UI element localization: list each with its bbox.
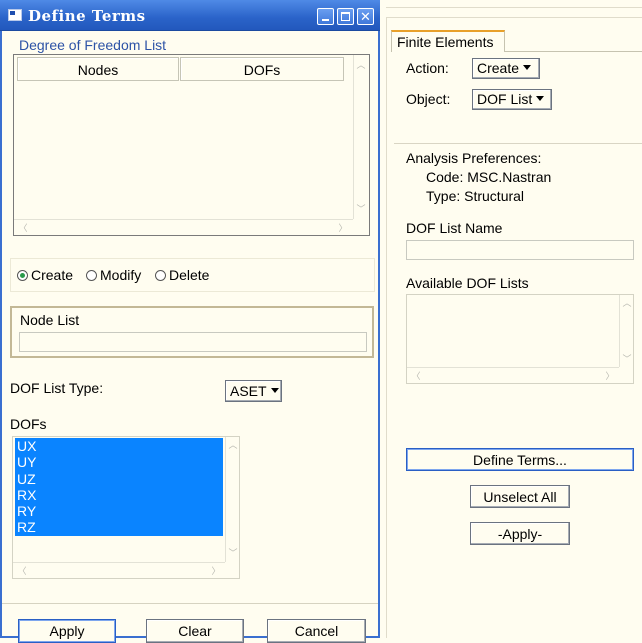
define-terms-window: Define Terms ✕ Degree of Freedom List No…	[0, 0, 380, 643]
dof-list-type-value: ASET	[230, 383, 267, 399]
column-header-nodes[interactable]: Nodes	[17, 57, 179, 81]
dofs-listbox[interactable]: UX UY UZ RX RY RZ ︿ ﹀ 〈 〉	[12, 436, 240, 579]
tab-underline	[505, 51, 642, 52]
dof-list-item[interactable]: RZ	[15, 519, 223, 536]
radio-modify[interactable]: Modify	[86, 267, 141, 283]
radio-delete[interactable]: Delete	[155, 267, 209, 283]
dof-table-vertical-scrollbar[interactable]: ︿ ﹀	[353, 55, 367, 219]
radio-delete-indicator[interactable]	[155, 269, 166, 281]
mode-radio-group: Create Modify Delete	[10, 258, 375, 292]
action-label: Action:	[406, 60, 449, 76]
scroll-down-icon[interactable]: ﹀	[226, 549, 240, 558]
analysis-code: Code: MSC.Nastran	[426, 169, 552, 185]
scroll-up-icon[interactable]: ︿	[354, 61, 368, 70]
column-header-dofs-label: DOFs	[243, 62, 281, 78]
dof-list-item[interactable]: UY	[15, 454, 223, 471]
scroll-right-icon[interactable]: 〉	[603, 372, 617, 381]
scroll-up-icon[interactable]: ︿	[226, 441, 240, 450]
dof-list-name-label: DOF List Name	[406, 220, 503, 236]
node-list-input[interactable]	[19, 332, 367, 352]
dof-list-item[interactable]: RX	[15, 486, 223, 504]
minimize-button[interactable]	[317, 8, 334, 25]
finite-elements-tab[interactable]: Finite Elements	[391, 30, 505, 52]
scroll-down-icon[interactable]: ﹀	[354, 205, 368, 214]
bottom-separator	[2, 603, 378, 604]
dofs-vertical-scrollbar[interactable]: ︿ ﹀	[225, 437, 239, 562]
radio-create-indicator[interactable]	[17, 269, 28, 281]
object-dropdown[interactable]: DOF List	[472, 89, 552, 110]
dof-list-name-input[interactable]	[406, 240, 634, 260]
available-dof-lists-listbox[interactable]: ︿ ﹀ 〈 〉	[406, 294, 634, 384]
dof-table-horizontal-scrollbar[interactable]: 〈 〉	[14, 219, 353, 235]
object-value: DOF List	[477, 91, 533, 107]
right-panel-top-edge-2	[386, 17, 642, 18]
window-app-icon	[8, 9, 22, 21]
maximize-button[interactable]	[337, 8, 354, 25]
define-terms-button[interactable]: Define Terms...	[406, 448, 634, 471]
action-dropdown[interactable]: Create	[472, 58, 540, 79]
right-panel-divider	[386, 18, 387, 638]
dof-list-type-label: DOF List Type:	[10, 380, 104, 396]
node-list-frame: Node List	[10, 306, 374, 358]
column-header-dofs[interactable]: DOFs	[180, 57, 344, 81]
dofs-label: DOFs	[10, 416, 47, 432]
scroll-up-icon[interactable]: ︿	[620, 299, 634, 308]
dof-list-item[interactable]: RY	[15, 503, 223, 520]
window-title: Define Terms	[28, 7, 146, 25]
close-button[interactable]: ✕	[357, 8, 374, 25]
scroll-left-icon[interactable]: 〈	[16, 224, 30, 233]
right-panel-top-edge	[386, 0, 642, 8]
action-value: Create	[477, 60, 520, 76]
analysis-type: Type: Structural	[426, 188, 525, 204]
prefs-separator	[394, 143, 642, 144]
scroll-right-icon[interactable]: 〉	[336, 224, 350, 233]
scroll-down-icon[interactable]: ﹀	[620, 355, 634, 364]
dof-list-type-dropdown[interactable]: ASET	[225, 380, 282, 402]
dof-list-item[interactable]: UX	[15, 438, 223, 455]
radio-create[interactable]: Create	[17, 267, 73, 283]
available-horizontal-scrollbar[interactable]: 〈 〉	[407, 367, 619, 383]
available-vertical-scrollbar[interactable]: ︿ ﹀	[619, 295, 633, 367]
dof-list-title: Degree of Freedom List	[19, 37, 167, 53]
scroll-right-icon[interactable]: 〉	[209, 567, 223, 576]
finite-elements-tab-label: Finite Elements	[397, 34, 494, 50]
radio-delete-label: Delete	[169, 267, 210, 283]
scroll-left-icon[interactable]: 〈	[409, 372, 423, 381]
chevron-down-icon	[536, 95, 545, 101]
dof-list-item[interactable]: UZ	[15, 470, 223, 487]
chevron-down-icon	[270, 387, 279, 393]
clear-button[interactable]: Clear	[146, 619, 244, 643]
dofs-items: UX UY UZ RX RY RZ	[15, 438, 223, 536]
chevron-down-icon	[523, 64, 532, 70]
radio-modify-indicator[interactable]	[86, 269, 97, 281]
radio-modify-label: Modify	[100, 267, 142, 283]
dof-table: Nodes DOFs ︿ ﹀ 〈 〉	[13, 54, 370, 236]
right-apply-button[interactable]: -Apply-	[470, 522, 570, 545]
object-label: Object:	[406, 91, 451, 107]
scroll-left-icon[interactable]: 〈	[15, 567, 29, 576]
window-title-bar[interactable]: Define Terms ✕	[0, 0, 380, 31]
apply-button[interactable]: Apply	[18, 619, 116, 643]
cancel-button[interactable]: Cancel	[267, 619, 366, 643]
available-dof-lists-label: Available DOF Lists	[406, 275, 529, 291]
radio-create-label: Create	[31, 267, 74, 283]
node-list-label: Node List	[20, 312, 80, 328]
dofs-horizontal-scrollbar[interactable]: 〈 〉	[13, 562, 225, 578]
column-header-nodes-label: Nodes	[77, 62, 119, 78]
minimize-icon	[322, 19, 329, 21]
maximize-icon	[341, 12, 350, 21]
close-icon: ✕	[360, 9, 371, 24]
analysis-preferences-title: Analysis Preferences:	[406, 150, 542, 166]
unselect-all-button[interactable]: Unselect All	[470, 485, 570, 508]
